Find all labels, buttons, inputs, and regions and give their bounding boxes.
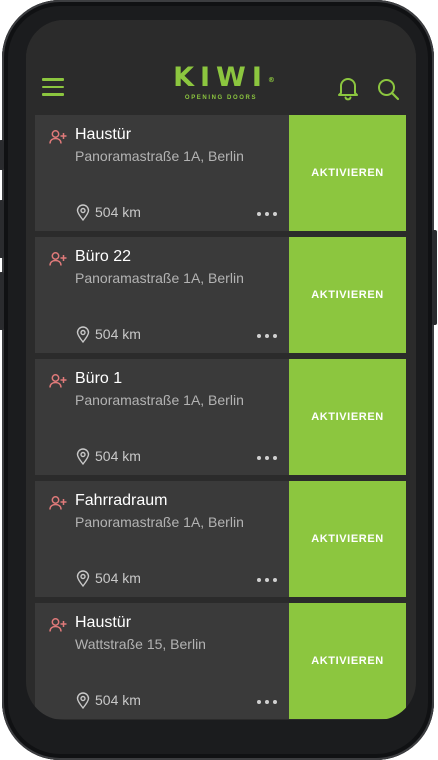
door-name: Fahrradraum xyxy=(75,492,168,509)
logo-trademark: ® xyxy=(267,76,275,84)
location-pin-icon xyxy=(76,326,90,343)
door-name: Haustür xyxy=(75,614,132,631)
more-options-icon[interactable] xyxy=(257,699,279,705)
user-add-icon xyxy=(49,130,67,144)
door-card[interactable]: Büro 1 Panoramastraße 1A, Berlin 504 km … xyxy=(35,359,406,475)
activate-button[interactable]: AKTIVIEREN xyxy=(289,359,406,475)
more-options-icon[interactable] xyxy=(257,577,279,583)
door-address: Wattstraße 15, Berlin xyxy=(75,636,206,652)
door-info[interactable]: Haustür Wattstraße 15, Berlin 504 km xyxy=(35,603,288,719)
door-card[interactable]: Fahrradraum Panoramastraße 1A, Berlin 50… xyxy=(35,481,406,597)
activate-button[interactable]: AKTIVIEREN xyxy=(289,481,406,597)
more-options-icon[interactable] xyxy=(257,211,279,217)
door-name: Büro 22 xyxy=(75,248,132,265)
door-distance: 504 km xyxy=(95,448,141,464)
location-pin-icon xyxy=(76,448,90,465)
door-distance: 504 km xyxy=(95,692,141,708)
user-add-icon xyxy=(49,618,67,632)
logo-text: KIWI xyxy=(173,62,268,93)
user-add-icon xyxy=(49,496,67,510)
more-options-icon[interactable] xyxy=(257,455,279,461)
door-info[interactable]: Fahrradraum Panoramastraße 1A, Berlin 50… xyxy=(35,481,288,597)
door-distance: 504 km xyxy=(95,326,141,342)
more-options-icon[interactable] xyxy=(257,333,279,339)
door-info[interactable]: Büro 1 Panoramastraße 1A, Berlin 504 km xyxy=(35,359,288,475)
user-add-icon xyxy=(49,252,67,266)
door-card[interactable]: Haustür Wattstraße 15, Berlin 504 km AKT… xyxy=(35,603,406,719)
activate-button[interactable]: AKTIVIEREN xyxy=(289,603,406,719)
app-screen: KIWI® OPENING DOORS Haustür Panoramastra… xyxy=(26,20,416,720)
door-address: Panoramastraße 1A, Berlin xyxy=(75,392,244,408)
search-icon[interactable] xyxy=(376,77,400,101)
location-pin-icon xyxy=(76,692,90,709)
phone-frame: KIWI® OPENING DOORS Haustür Panoramastra… xyxy=(0,0,437,760)
door-distance: 504 km xyxy=(95,204,141,220)
door-address: Panoramastraße 1A, Berlin xyxy=(75,514,244,530)
door-name: Büro 1 xyxy=(75,370,123,387)
door-info[interactable]: Büro 22 Panoramastraße 1A, Berlin 504 km xyxy=(35,237,288,353)
door-card[interactable]: Haustür Panoramastraße 1A, Berlin 504 km… xyxy=(35,115,406,231)
door-info[interactable]: Haustür Panoramastraße 1A, Berlin 504 km xyxy=(35,115,288,231)
user-add-icon xyxy=(49,374,67,388)
activate-button[interactable]: AKTIVIEREN xyxy=(289,115,406,231)
door-card[interactable]: Büro 22 Panoramastraße 1A, Berlin 504 km… xyxy=(35,237,406,353)
door-distance: 504 km xyxy=(95,570,141,586)
door-address: Panoramastraße 1A, Berlin xyxy=(75,148,244,164)
bell-icon[interactable] xyxy=(336,75,360,101)
location-pin-icon xyxy=(76,204,90,221)
activate-button[interactable]: AKTIVIEREN xyxy=(289,237,406,353)
door-name: Haustür xyxy=(75,126,132,143)
location-pin-icon xyxy=(76,570,90,587)
app-header: KIWI® OPENING DOORS xyxy=(26,20,416,115)
door-address: Panoramastraße 1A, Berlin xyxy=(75,270,244,286)
